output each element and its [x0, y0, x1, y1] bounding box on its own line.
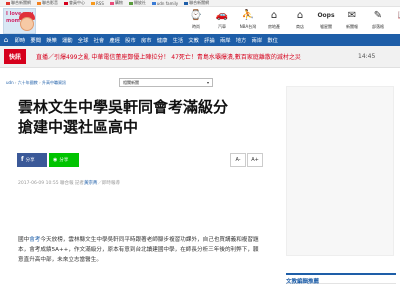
topbar-link[interactable]: udn family: [151, 1, 178, 6]
family-icon: [151, 1, 156, 5]
top-utility-bar: 聯合新聞網 聯合影音 會員中心 RSS 購物 開放社 udn family 聯合…: [0, 0, 400, 7]
article-body: 國中會考今天放榜，雲林縣文生中學吳軒同平時跟著老師腳步複習功課外，自己也買講義和…: [18, 237, 259, 263]
nav-item-local[interactable]: 地方: [233, 36, 249, 44]
nav-item-society[interactable]: 社會: [91, 36, 107, 44]
nav-item-cross-strait-2[interactable]: 兩岸: [249, 36, 265, 44]
topbar-link[interactable]: 開放社: [128, 0, 146, 6]
channel-fashion[interactable]: ⌚ 時尚: [183, 10, 209, 30]
line-share-button[interactable]: ◉ 分享: [49, 152, 79, 167]
breaking-label: 快訊: [4, 49, 27, 64]
channel-house[interactable]: ⌂ 房地產: [261, 10, 287, 30]
channel-car[interactable]: 🚗 汽車: [209, 10, 235, 30]
sidebar: [286, 86, 396, 266]
mascot-logo[interactable]: I love you mom: [3, 8, 36, 34]
breaking-news-bar: 快訊 直播／引爆499之亂 中華電信董座鄭優上陣拉分！ 47死亡！青島水壩爆潰,…: [0, 46, 400, 68]
member-icon: [64, 1, 68, 5]
article-title: 雲林文生中學吳軒同會考滿級分 搶建中選社區高中: [18, 98, 229, 136]
article-place: ／即時報導: [97, 181, 120, 186]
chevron-down-icon: ▾: [206, 80, 209, 85]
oops-icon: Oops: [317, 12, 335, 19]
breadcrumb-item[interactable]: 升高中職資訊: [42, 80, 66, 85]
breadcrumb: udn › 六十年國教 › 升高中職資訊: [6, 80, 66, 85]
topbar-link[interactable]: 聯合新聞網: [6, 0, 31, 6]
channel-book[interactable]: 📖讀書: [391, 10, 400, 30]
rss-icon: [91, 1, 95, 5]
udn-icon: [6, 1, 10, 5]
nav-item-opinion[interactable]: 評論: [202, 36, 218, 44]
font-increase-button[interactable]: A+: [247, 152, 263, 167]
channel-icons: ⌚ 時尚 🚗 汽車 ⛹ NBA台灣 ⌂ 房地產 ⌂ 商店 Oops 噓星聞 ✉ 新聞報 ✎ 部落…: [183, 10, 400, 30]
share-bar: f 分享 ◉ 分享 A- A+: [17, 152, 263, 167]
nav-item-cross-strait[interactable]: 兩岸: [217, 36, 233, 44]
nav-item-realestate[interactable]: 房市: [138, 36, 154, 44]
video-icon: [37, 1, 41, 5]
facebook-icon: f: [21, 156, 24, 163]
nav-item-digital[interactable]: 數位: [265, 36, 281, 44]
channel-oops[interactable]: Oops 噓星聞: [313, 10, 339, 30]
open-society-icon: [128, 1, 133, 5]
nav-item-headline[interactable]: 要聞: [28, 36, 44, 44]
nav-item-sports[interactable]: 運動: [59, 36, 75, 44]
nav-item-life[interactable]: 生活: [170, 36, 186, 44]
nav-item-health[interactable]: 健康: [154, 36, 170, 44]
channel-news-report[interactable]: ✉ 新聞報: [339, 10, 365, 30]
topbar-link[interactable]: 聯合影音: [37, 0, 58, 6]
article-date: 2017-06-09 10:55: [18, 181, 59, 186]
keyword-link[interactable]: 會考: [29, 237, 40, 243]
nav-item-global[interactable]: 全球: [75, 36, 91, 44]
topbar-link[interactable]: 購物: [109, 0, 123, 6]
article-meta: 2017-06-09 10:55 聯合報 記者黃宗菁／即時報導: [18, 180, 120, 186]
logo-text: mom: [6, 18, 20, 24]
nav-item-economy[interactable]: 產經: [107, 36, 123, 44]
car-icon: 🚗: [215, 10, 229, 21]
font-decrease-button[interactable]: A-: [230, 152, 246, 167]
breaking-headline[interactable]: 直播／引爆499之亂 中華電信董座鄭優上陣拉分！ 47死亡！青島水壩爆潰,數百家…: [36, 52, 354, 61]
breaking-time: 14:45: [358, 53, 376, 60]
logo-face: [20, 17, 34, 31]
clock-icon: ⌚: [189, 10, 203, 21]
channel-nba[interactable]: ⛹ NBA台灣: [235, 10, 261, 30]
line-icon: ◉: [53, 156, 58, 163]
site-header: I love you mom ⌚時尚 🚗汽車 ⛹NBA台灣 ⌂房地產 ⌂商店 O…: [0, 7, 400, 34]
main-nav: ⌂ 即時 要聞 娛樂 運動 全球 社會 產經 股市 房市 健康 生活 文教 評論…: [0, 34, 400, 46]
channel-shop[interactable]: ⌂ 商店: [287, 10, 313, 30]
blog-icon: ✎: [373, 10, 383, 21]
channel-blog[interactable]: ✎ 部落格: [365, 10, 391, 30]
nav-item-education[interactable]: 文教: [186, 36, 202, 44]
breadcrumb-item[interactable]: udn: [6, 80, 14, 85]
nav-item-stocks[interactable]: 股市: [123, 36, 139, 44]
udn-icon: [184, 1, 189, 5]
mail-icon: ✉: [347, 10, 357, 21]
shopping-icon: [109, 1, 114, 5]
article-source: 聯合報 記者: [60, 181, 84, 186]
topbar-link[interactable]: 聯合新聞網: [184, 0, 209, 6]
topbar-link[interactable]: 會員中心: [64, 0, 85, 6]
nav-item-instant[interactable]: 即時: [12, 36, 28, 44]
ad-placeholder: [286, 86, 394, 256]
shop-icon: ⌂: [296, 10, 304, 21]
home-icon[interactable]: ⌂: [0, 34, 12, 46]
nav-item-entertainment[interactable]: 娛樂: [44, 36, 60, 44]
recommend-title: 文教編輯推薦: [286, 279, 320, 285]
recommend-section: 文教編輯推薦: [286, 273, 396, 285]
facebook-share-button[interactable]: f 分享: [17, 152, 47, 167]
related-news-select[interactable]: 相關新聞 ▾: [119, 78, 213, 87]
topbar-link[interactable]: RSS: [91, 1, 104, 6]
breadcrumb-item[interactable]: 六十年國教: [18, 80, 38, 85]
reporter-link[interactable]: 黃宗菁: [84, 181, 98, 186]
basketball-icon: ⛹: [241, 10, 255, 21]
house-icon: ⌂: [270, 10, 278, 21]
